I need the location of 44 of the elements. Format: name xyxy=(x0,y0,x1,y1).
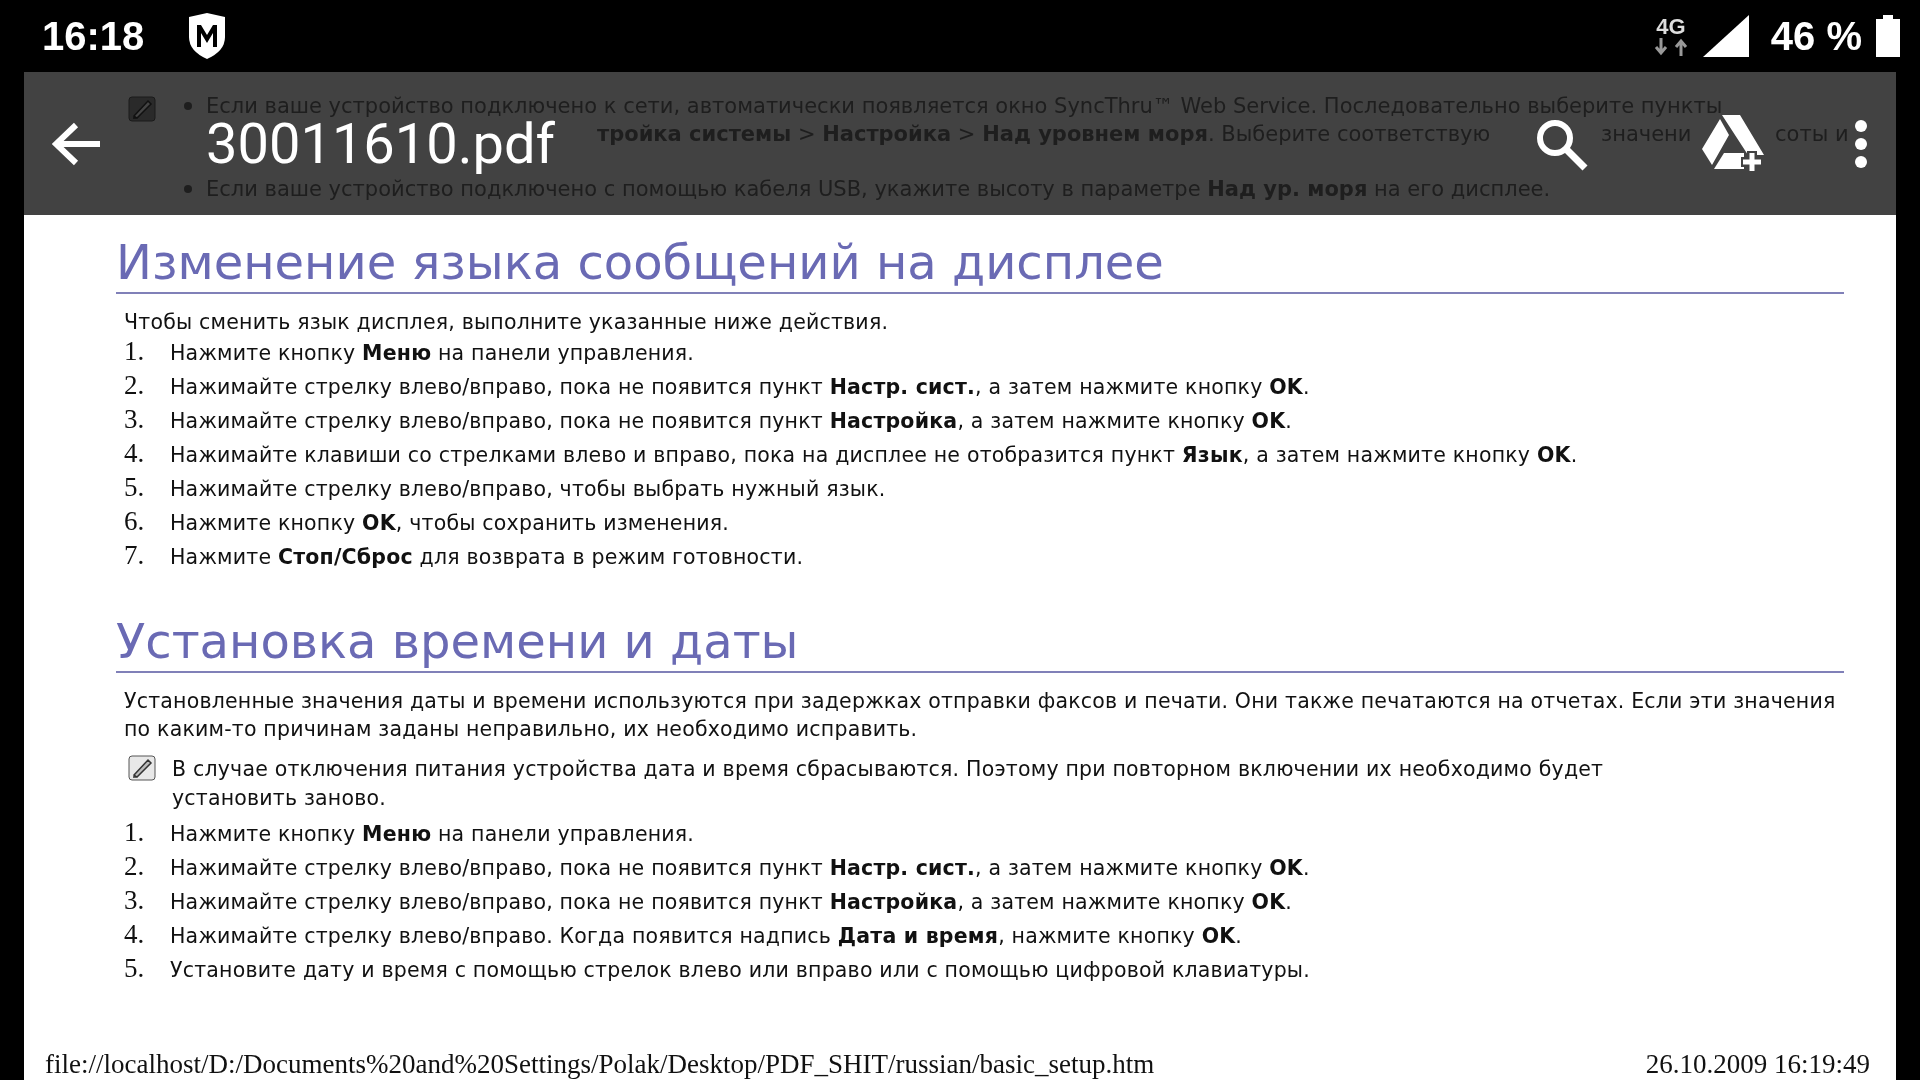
list-number: 2. xyxy=(124,851,146,883)
paragraph: Чтобы сменить язык дисплея, выполните указанные ниже действия. xyxy=(124,309,890,337)
list-number: 3. xyxy=(124,404,146,436)
step-text: Нажмите Стоп/Сброс для возврата в режим готовности. xyxy=(170,545,804,570)
document-title: 30011610.pdf xyxy=(206,110,556,177)
note-text: В случае отключения питания устройства дата и время сбрасываются. Поэтому при повторном включении их необходимо будет установить заново. xyxy=(172,756,1605,813)
section-heading: Установка времени и даты xyxy=(116,614,1844,674)
clock-time: 16:18 xyxy=(42,13,145,59)
list-number: 1. xyxy=(124,336,146,368)
list-number: 6. xyxy=(124,506,146,538)
list-number: 4. xyxy=(124,919,146,951)
list-number: 5. xyxy=(124,953,146,985)
battery-icon xyxy=(1876,15,1900,57)
step-text: Нажимайте стрелку влево/вправо, пока не появится пункт Настр. сист., а затем нажмите кнопку OK. xyxy=(170,856,1310,881)
back-arrow-icon[interactable] xyxy=(52,121,102,166)
step-text: Нажимайте клавиши со стрелками влево и вправо, пока на дисплее не отобразится пункт Язык, а затем нажмите кнопку OK. xyxy=(170,443,1578,468)
data-arrows-icon xyxy=(1652,38,1689,56)
step-text: Нажимайте стрелку влево/вправо, пока не появится пункт Настройка, а затем нажмите кнопку OK. xyxy=(170,890,1292,915)
list-number: 7. xyxy=(124,540,146,572)
file-path: file://localhost/D:/Documents%20and%20Settings/Polak/Desktop/PDF_SHIT/russian/basic_setup.htm xyxy=(45,1049,1155,1080)
list-number: 5. xyxy=(124,472,146,504)
step-text: Нажмите кнопку Меню на панели управления. xyxy=(170,822,695,847)
section-heading: Изменение языка сообщений на дисплее xyxy=(116,235,1844,295)
note-icon xyxy=(128,96,156,122)
list-number: 1. xyxy=(124,817,146,849)
bullet-icon xyxy=(184,185,192,193)
list-number: 4. xyxy=(124,438,146,470)
step-text: Нажимайте стрелку влево/вправо, пока не появится пункт Настройка, а затем нажмите кнопку OK. xyxy=(170,409,1292,434)
bullet-icon xyxy=(184,102,192,110)
step-text: Нажимайте стрелку влево/вправо. Когда появится надпись Дата и время, нажмите кнопку OK. xyxy=(170,924,1243,949)
more-options-icon[interactable] xyxy=(1854,119,1868,168)
step-text: Установите дату и время с помощью стрелок влево или вправо или с помощью цифровой клавиатуры. xyxy=(170,958,1310,983)
step-text: Нажимайте стрелку влево/вправо, чтобы выбрать нужный язык. xyxy=(170,477,886,502)
signal-icon xyxy=(1702,15,1749,57)
step-text: Нажимайте стрелку влево/вправо, пока не появится пункт Настр. сист., а затем нажмите кнопку OK. xyxy=(170,375,1310,400)
list-number: 3. xyxy=(124,885,146,917)
print-date: 26.10.2009 16:19:49 xyxy=(1645,1049,1870,1080)
step-text: Нажмите кнопку OK, чтобы сохранить изменения. xyxy=(170,511,730,536)
note-icon xyxy=(128,755,156,782)
paragraph: Установленные значения даты и времени используются при задержках отправки факсов и печати. Они также печатаются на отчетах. Если эти значения по каким-то причинам заданы неправильно, их необходимо исправить. xyxy=(124,688,1837,744)
list-number: 2. xyxy=(124,370,146,402)
step-text: Нажмите кнопку Меню на панели управления. xyxy=(170,341,695,366)
battery-level: 46 % xyxy=(1770,13,1862,59)
network-indicator: 4G xyxy=(1652,16,1689,56)
